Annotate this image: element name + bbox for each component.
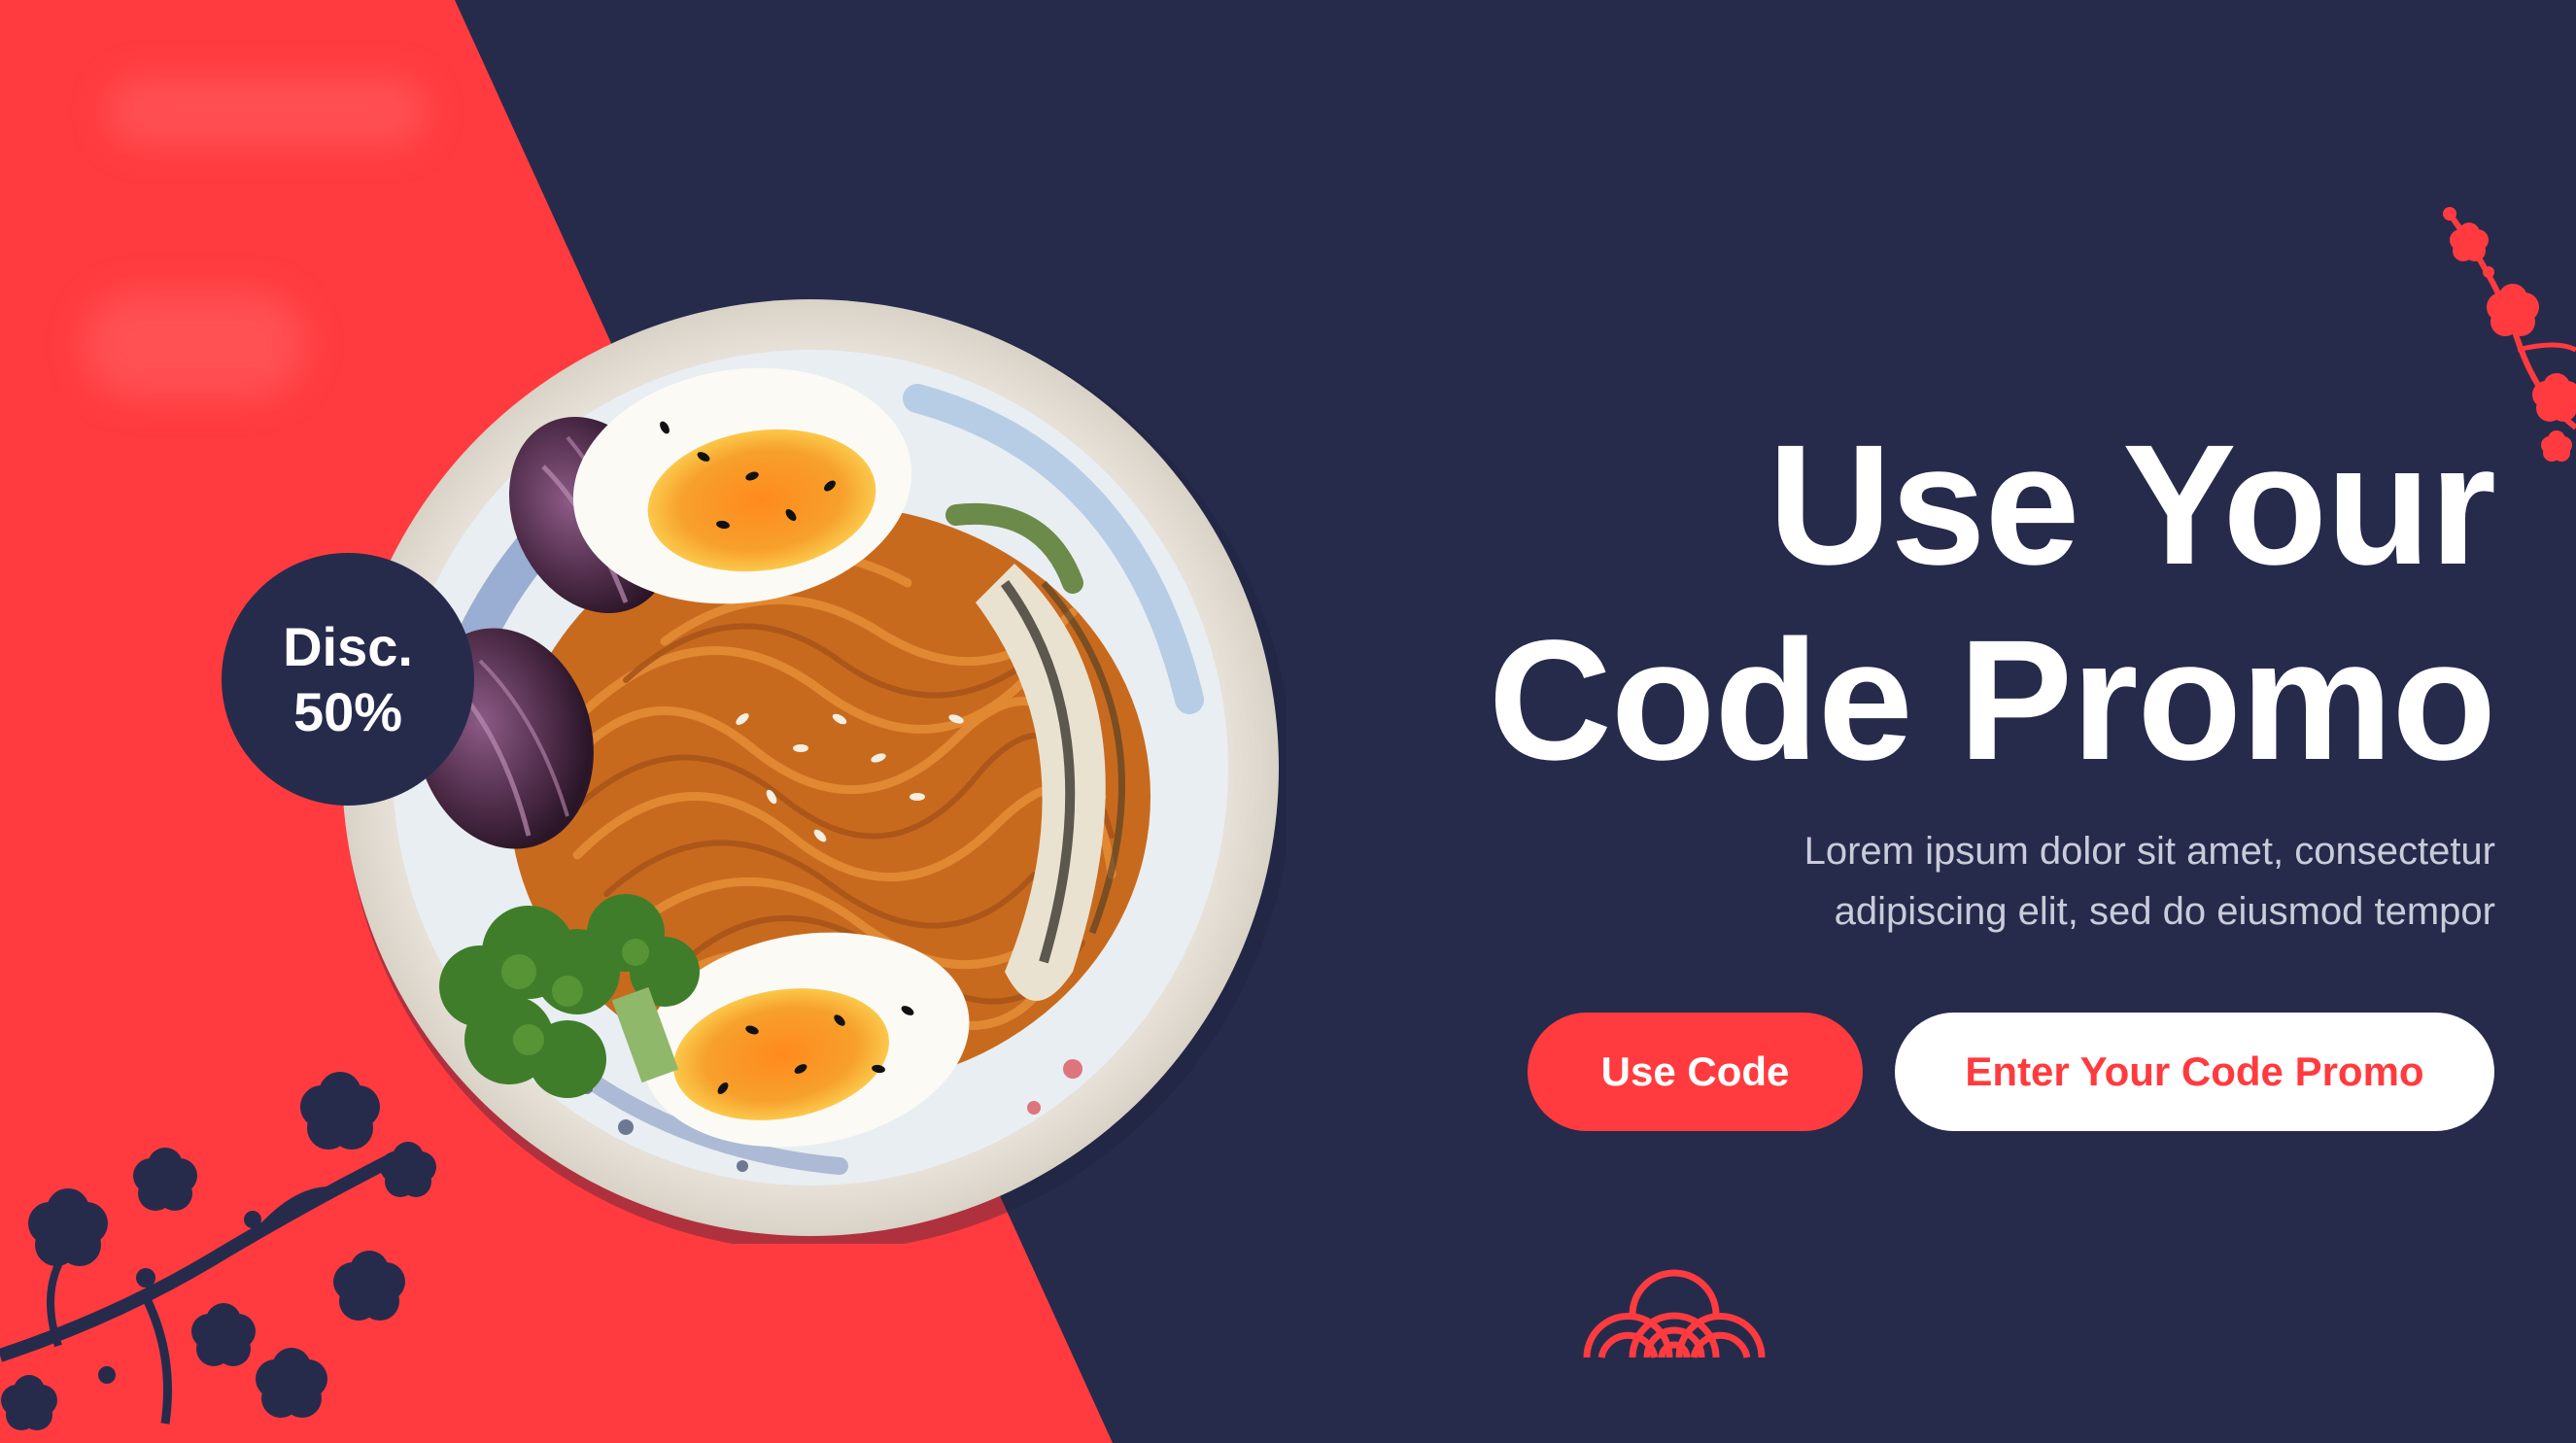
description-text: Lorem ipsum dolor sit amet, consectetur … xyxy=(1524,821,2495,942)
enter-code-promo-button[interactable]: Enter Your Code Promo xyxy=(1895,1013,2494,1131)
discount-badge-label: Disc. xyxy=(283,615,413,677)
discount-badge: Disc. 50% xyxy=(222,553,474,806)
use-code-button[interactable]: Use Code xyxy=(1528,1013,1863,1131)
promo-banner: Disc. 50% Use Your Code Promo Lorem ipsu… xyxy=(0,0,2576,1443)
seigaiha-wave-icon xyxy=(1583,1269,1766,1358)
headline: Use Your Code Promo xyxy=(1232,408,2496,798)
headline-line-1: Use Your xyxy=(1768,410,2496,601)
blurred-decoration xyxy=(83,292,306,398)
blurred-decoration xyxy=(107,78,428,146)
headline-line-2: Code Promo xyxy=(1488,604,2496,796)
discount-badge-value: 50% xyxy=(292,681,403,742)
description-line-1: Lorem ipsum dolor sit amet, consectetur xyxy=(1803,830,2495,873)
noodle-bowl-image xyxy=(342,299,1287,1244)
cherry-blossom-icon xyxy=(0,1072,436,1430)
description-line-2: adipiscing elit, sed do eiusmod tempor xyxy=(1834,890,2495,933)
